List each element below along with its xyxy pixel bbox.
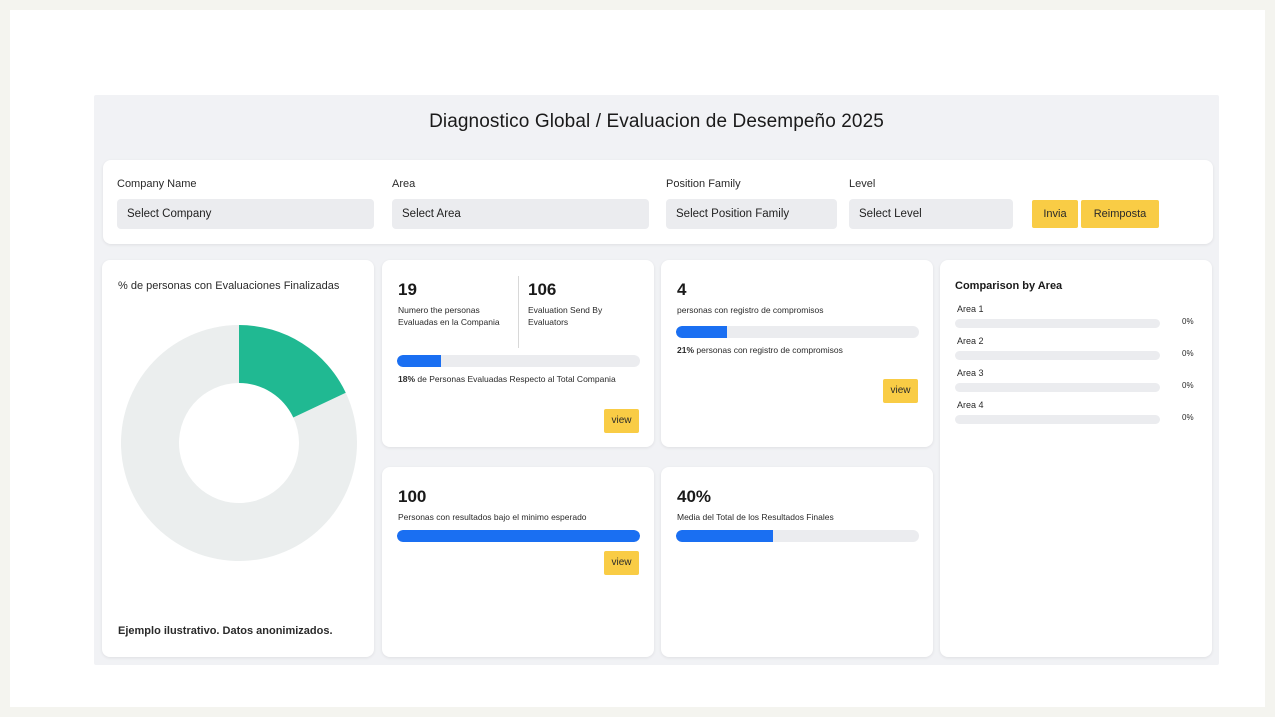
commitments-progress-bar — [676, 326, 919, 338]
completion-donut-card: % de personas con Evaluaciones Finalizad… — [102, 260, 374, 657]
level-label: Level — [849, 178, 876, 190]
submit-button[interactable]: Invia — [1032, 200, 1078, 228]
reset-button[interactable]: Reimposta — [1081, 200, 1159, 228]
average-value: 40% — [677, 487, 712, 506]
comparison-title: Comparison by Area — [955, 280, 1063, 292]
position-family-select[interactable]: Select Position Family — [666, 199, 837, 229]
area-1-label: Area 1 — [957, 304, 984, 314]
area-4-bar — [955, 415, 1160, 424]
area-2-pct: 0% — [1182, 349, 1194, 358]
comparison-card: Comparison by Area Area 1 0% Area 2 0% A… — [940, 260, 1212, 657]
evaluated-count-label: Numero the personas Evaluadas en la Comp… — [398, 305, 500, 327]
filters-bar: Company Name Select Company Area Select … — [103, 160, 1213, 244]
sent-count: 106 — [528, 280, 557, 299]
below-minimum-label: Personas con resultados bajo el minimo e… — [398, 512, 587, 522]
average-progress-bar — [676, 530, 919, 542]
sent-count-label: Evaluation Send By Evaluators — [528, 305, 603, 327]
stat-divider — [518, 276, 519, 348]
area-select[interactable]: Select Area — [392, 199, 649, 229]
area-3-label: Area 3 — [957, 368, 984, 378]
average-results-card: 40% Media del Total de los Resultados Fi… — [661, 467, 933, 657]
evaluated-card: 19 Numero the personas Evaluadas en la C… — [382, 260, 654, 447]
area-4-pct: 0% — [1182, 413, 1194, 422]
commitments-pct: 21% — [677, 345, 695, 355]
commitments-progress-fill — [676, 326, 728, 338]
evaluated-progress-fill — [397, 355, 441, 367]
donut-chart — [121, 325, 357, 561]
area-label: Area — [392, 178, 416, 190]
average-progress-fill — [676, 530, 774, 542]
average-label: Media del Total de los Resultados Finale… — [677, 512, 834, 522]
area-2-label: Area 2 — [957, 336, 984, 346]
page-frame: Diagnostico Global / Evaluacion de Desem… — [10, 10, 1265, 707]
company-select[interactable]: Select Company — [117, 199, 374, 229]
below-minimum-count: 100 — [398, 487, 427, 506]
dashboard: Diagnostico Global / Evaluacion de Desem… — [94, 95, 1219, 665]
commitments-count: 4 — [677, 280, 687, 299]
donut-footer-note: Ejemplo ilustrativo. Datos anonimizados. — [118, 625, 333, 637]
page-title: Diagnostico Global / Evaluacion de Desem… — [429, 111, 884, 132]
area-1-bar — [955, 319, 1160, 328]
company-label: Company Name — [117, 178, 197, 190]
below-minimum-progress-bar — [397, 530, 640, 542]
area-4-label: Area 4 — [957, 400, 984, 410]
evaluated-progress-bar — [397, 355, 640, 367]
area-3-pct: 0% — [1182, 381, 1194, 390]
below-minimum-progress-fill — [397, 530, 640, 542]
below-minimum-card: 100 Personas con resultados bajo el mini… — [382, 467, 654, 657]
commitments-card: 4 personas con registro de compromisos 2… — [661, 260, 933, 447]
commitments-count-label: personas con registro de compromisos — [677, 305, 824, 315]
below-minimum-view-button[interactable]: view — [604, 551, 639, 575]
evaluated-view-button[interactable]: view — [604, 409, 639, 433]
evaluated-count: 19 — [398, 280, 417, 299]
area-2-bar — [955, 351, 1160, 360]
evaluated-pct-desc: de Personas Evaluadas Respecto al Total … — [415, 374, 616, 384]
evaluated-pct: 18% — [398, 374, 416, 384]
evaluated-pct-text: 18% de Personas Evaluadas Respecto al To… — [398, 373, 638, 385]
commitments-pct-desc: personas con registro de compromisos — [694, 345, 843, 355]
position-family-label: Position Family — [666, 178, 741, 190]
commitments-pct-text: 21% personas con registro de compromisos — [677, 344, 917, 356]
commitments-view-button[interactable]: view — [883, 379, 918, 403]
level-select[interactable]: Select Level — [849, 199, 1013, 229]
area-1-pct: 0% — [1182, 317, 1194, 326]
area-3-bar — [955, 383, 1160, 392]
